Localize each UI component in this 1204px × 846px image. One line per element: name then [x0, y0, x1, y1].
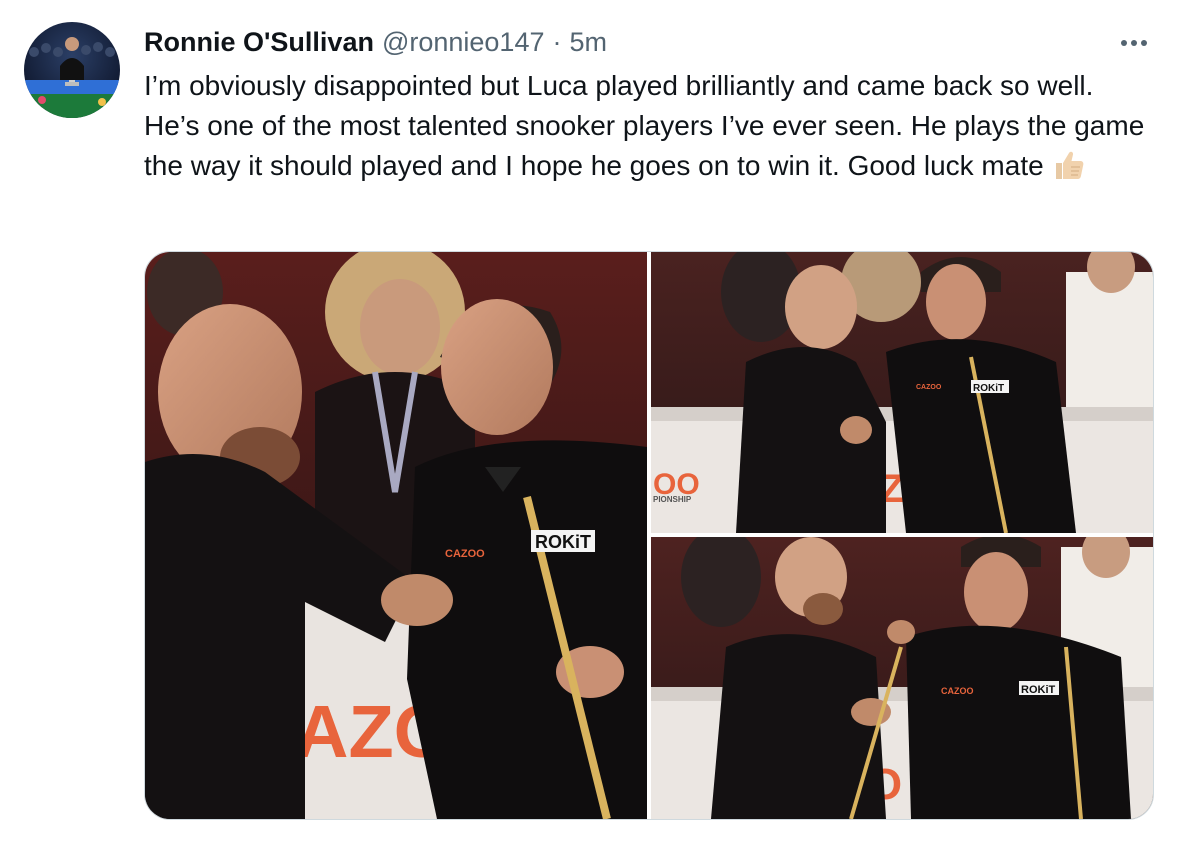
author-handle[interactable]: @ronnieo147: [382, 24, 545, 60]
author-name[interactable]: Ronnie O'Sullivan: [144, 24, 374, 60]
tweet-text: I’m obviously disappointed but Luca play…: [144, 66, 1154, 192]
separator-dot: ·: [552, 27, 562, 57]
waistcoat-logo-2: CAZOO: [916, 384, 942, 391]
photo-2[interactable]: OO PIONSHIP AZ ROKiT CAZOO: [651, 252, 1153, 533]
more-options-button[interactable]: [1116, 28, 1152, 58]
media-grid: AZO ROKiT CAZOO OO PIONSHIP ROKiT CAZOO …: [144, 251, 1154, 820]
more-icon: [1121, 40, 1147, 46]
tweet[interactable]: Ronnie O'Sullivan @ronnieo147 · 5m I’m o…: [0, 0, 1204, 846]
waistcoat-badge-3: ROKiT: [1021, 684, 1056, 696]
photo-3[interactable]: ZO ROKiT CAZOO: [651, 537, 1153, 819]
waistcoat-badge-2: ROKiT: [973, 383, 1004, 394]
timestamp[interactable]: 5m: [569, 24, 607, 60]
avatar[interactable]: [24, 22, 120, 118]
photo-1[interactable]: AZO ROKiT CAZOO: [145, 252, 647, 819]
banner-subtext-2: PIONSHIP: [653, 495, 692, 504]
waistcoat-badge-1: ROKiT: [535, 532, 591, 552]
tweet-text-content: I’m obviously disappointed but Luca play…: [144, 70, 1145, 181]
waistcoat-logo-3: CAZOO: [941, 686, 974, 696]
waistcoat-logo-1: CAZOO: [445, 548, 485, 560]
tweet-header: Ronnie O'Sullivan @ronnieo147 · 5m: [144, 24, 607, 60]
thumbs-up-icon: [1052, 149, 1086, 192]
avatar-image: [24, 22, 120, 118]
